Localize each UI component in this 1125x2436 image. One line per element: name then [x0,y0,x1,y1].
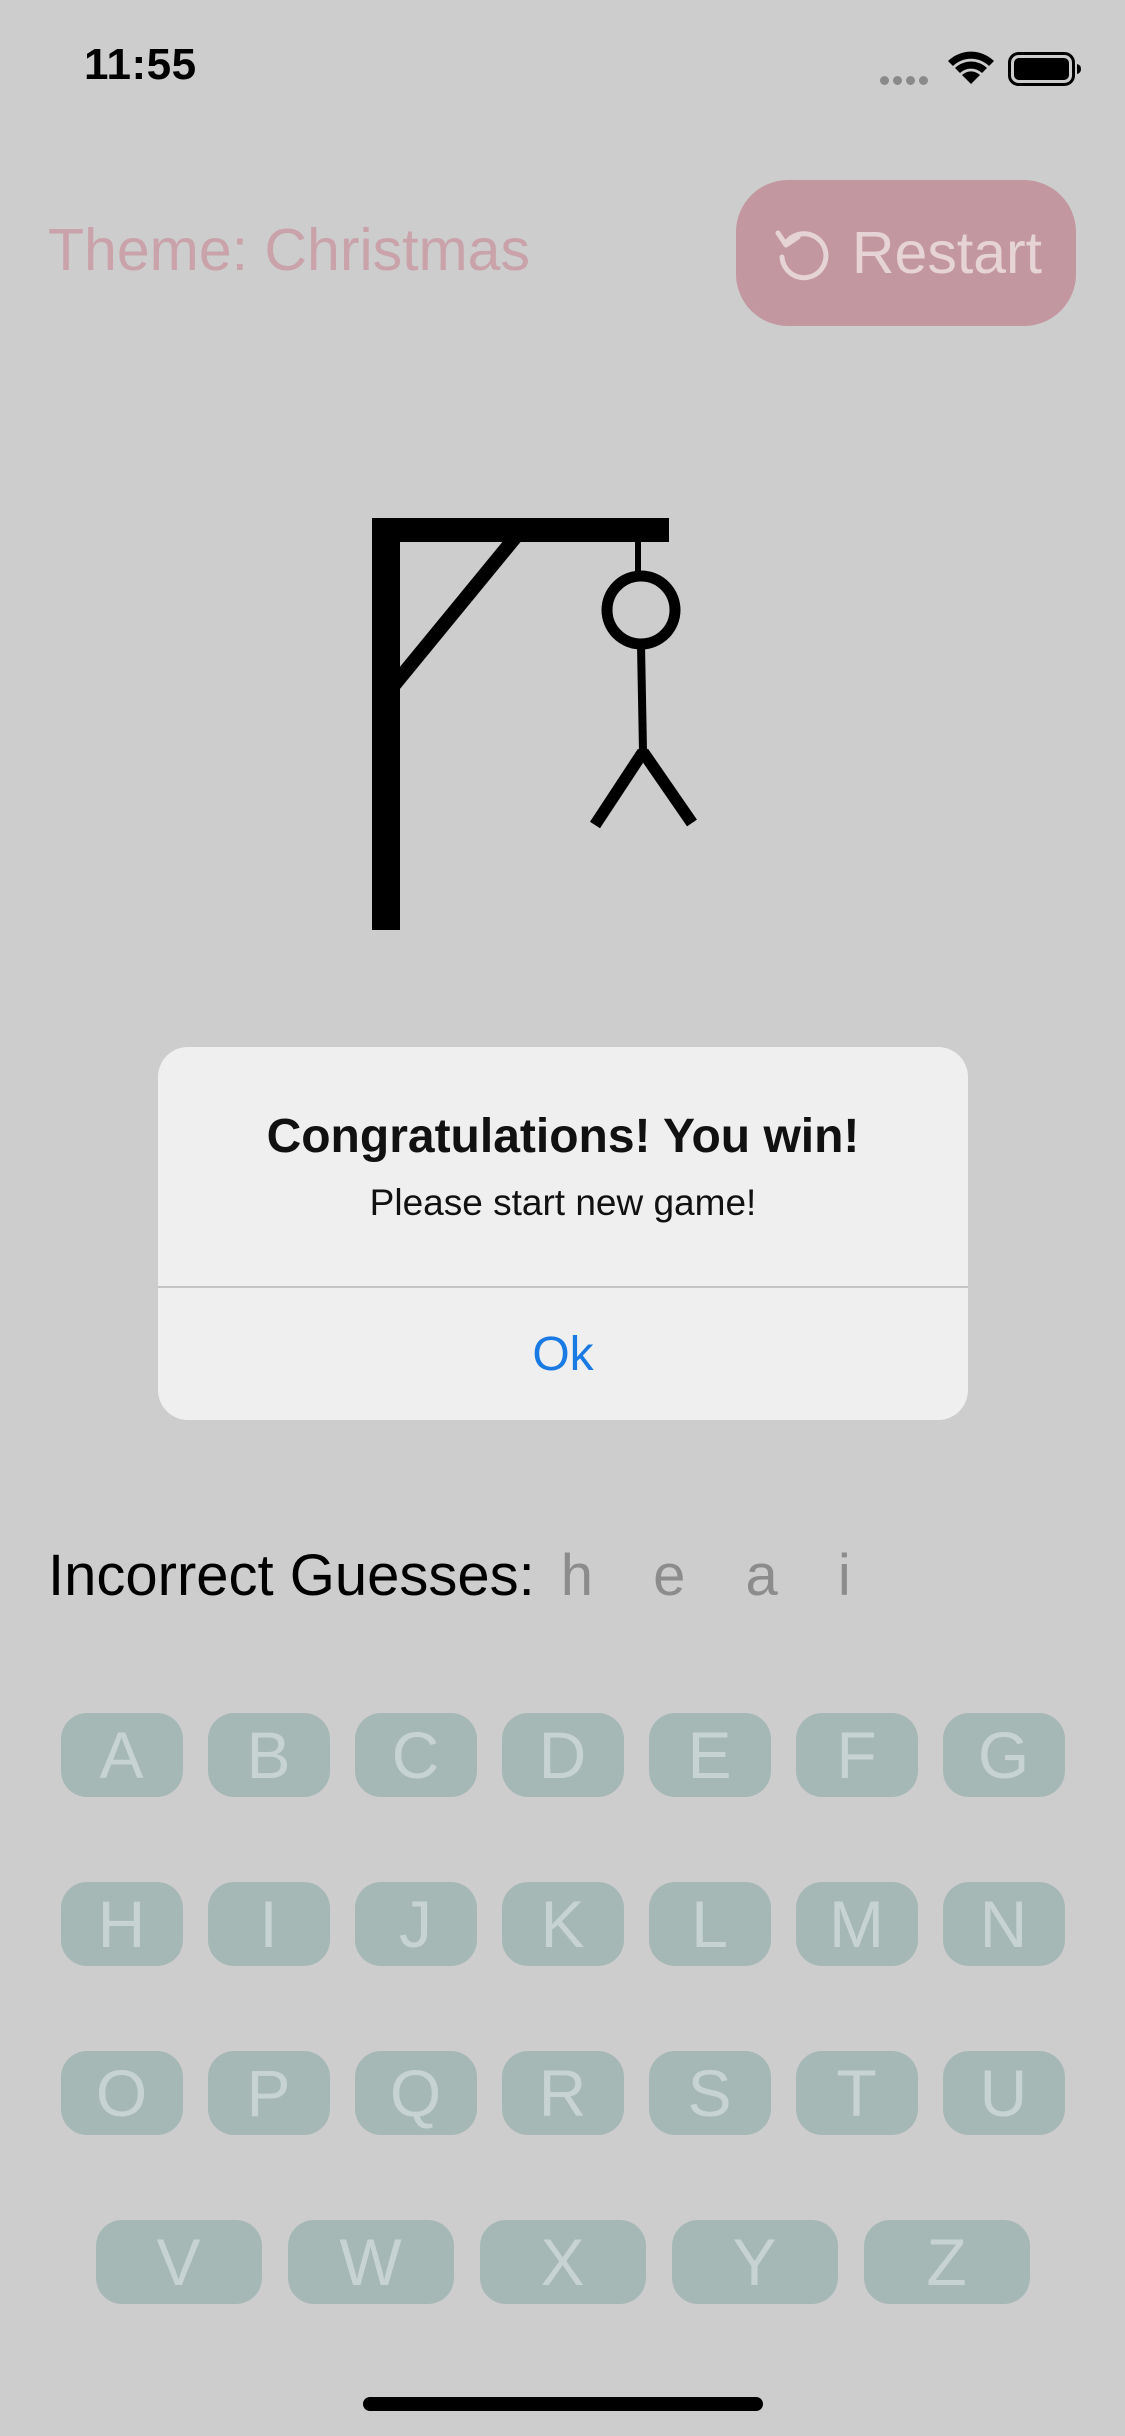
cellular-signal-icon [880,72,932,90]
key-e[interactable]: E [648,1713,771,1797]
key-n[interactable]: N [942,1882,1065,1966]
key-c[interactable]: C [354,1713,477,1797]
restart-arrow-icon [775,230,829,281]
incorrect-guesses-row: Incorrect Guesses: h e a i [48,1540,873,1610]
key-l[interactable]: L [648,1882,771,1966]
key-v[interactable]: V [95,2220,262,2304]
restart-label: Restart [851,220,1043,286]
home-indicator[interactable] [363,2397,763,2411]
ok-button[interactable]: Ok [158,1288,968,1420]
key-w[interactable]: W [287,2220,454,2304]
keyboard-row-2: H I J K L M N [0,1882,1125,1966]
key-q[interactable]: Q [354,2051,477,2135]
status-bar: 11:55 [0,0,1125,130]
key-f[interactable]: F [795,1713,918,1797]
keyboard-row-4: V W X Y Z [0,2220,1125,2304]
keyboard-row-3: O P Q R S T U [0,2051,1125,2135]
key-m[interactable]: M [795,1882,918,1966]
key-t[interactable]: T [795,2051,918,2135]
key-i[interactable]: I [207,1882,330,1966]
key-r[interactable]: R [501,2051,624,2135]
key-o[interactable]: O [60,2051,183,2135]
key-g[interactable]: G [942,1713,1065,1797]
theme-label: Theme: Christmas [48,217,530,283]
battery-icon [1008,52,1082,91]
key-s[interactable]: S [648,2051,771,2135]
hangman-figure [589,570,697,829]
key-d[interactable]: D [501,1713,624,1797]
restart-button[interactable]: Restart [736,180,1076,326]
key-b[interactable]: B [207,1713,330,1797]
key-u[interactable]: U [942,2051,1065,2135]
alert-title: Congratulations! You win! [266,1110,860,1163]
header: Theme: Christmas Restart [0,180,1125,326]
key-k[interactable]: K [501,1882,624,1966]
keyboard-row-1: A B C D E F G [0,1713,1125,1797]
key-p[interactable]: P [207,2051,330,2135]
key-j[interactable]: J [354,1882,477,1966]
key-z[interactable]: Z [863,2220,1030,2304]
key-x[interactable]: X [479,2220,646,2304]
incorrect-guesses-letters: h e a i [560,1542,873,1608]
alert-message: Please start new game! [369,1182,757,1223]
status-time: 11:55 [84,40,197,89]
win-alert-dialog: Congratulations! You win! Please start n… [158,1047,968,1420]
key-y[interactable]: Y [671,2220,838,2304]
key-a[interactable]: A [60,1713,183,1797]
hangman-drawing [360,500,710,955]
incorrect-guesses-label: Incorrect Guesses: [48,1542,535,1608]
key-h[interactable]: H [60,1882,183,1966]
wifi-icon [946,50,996,91]
